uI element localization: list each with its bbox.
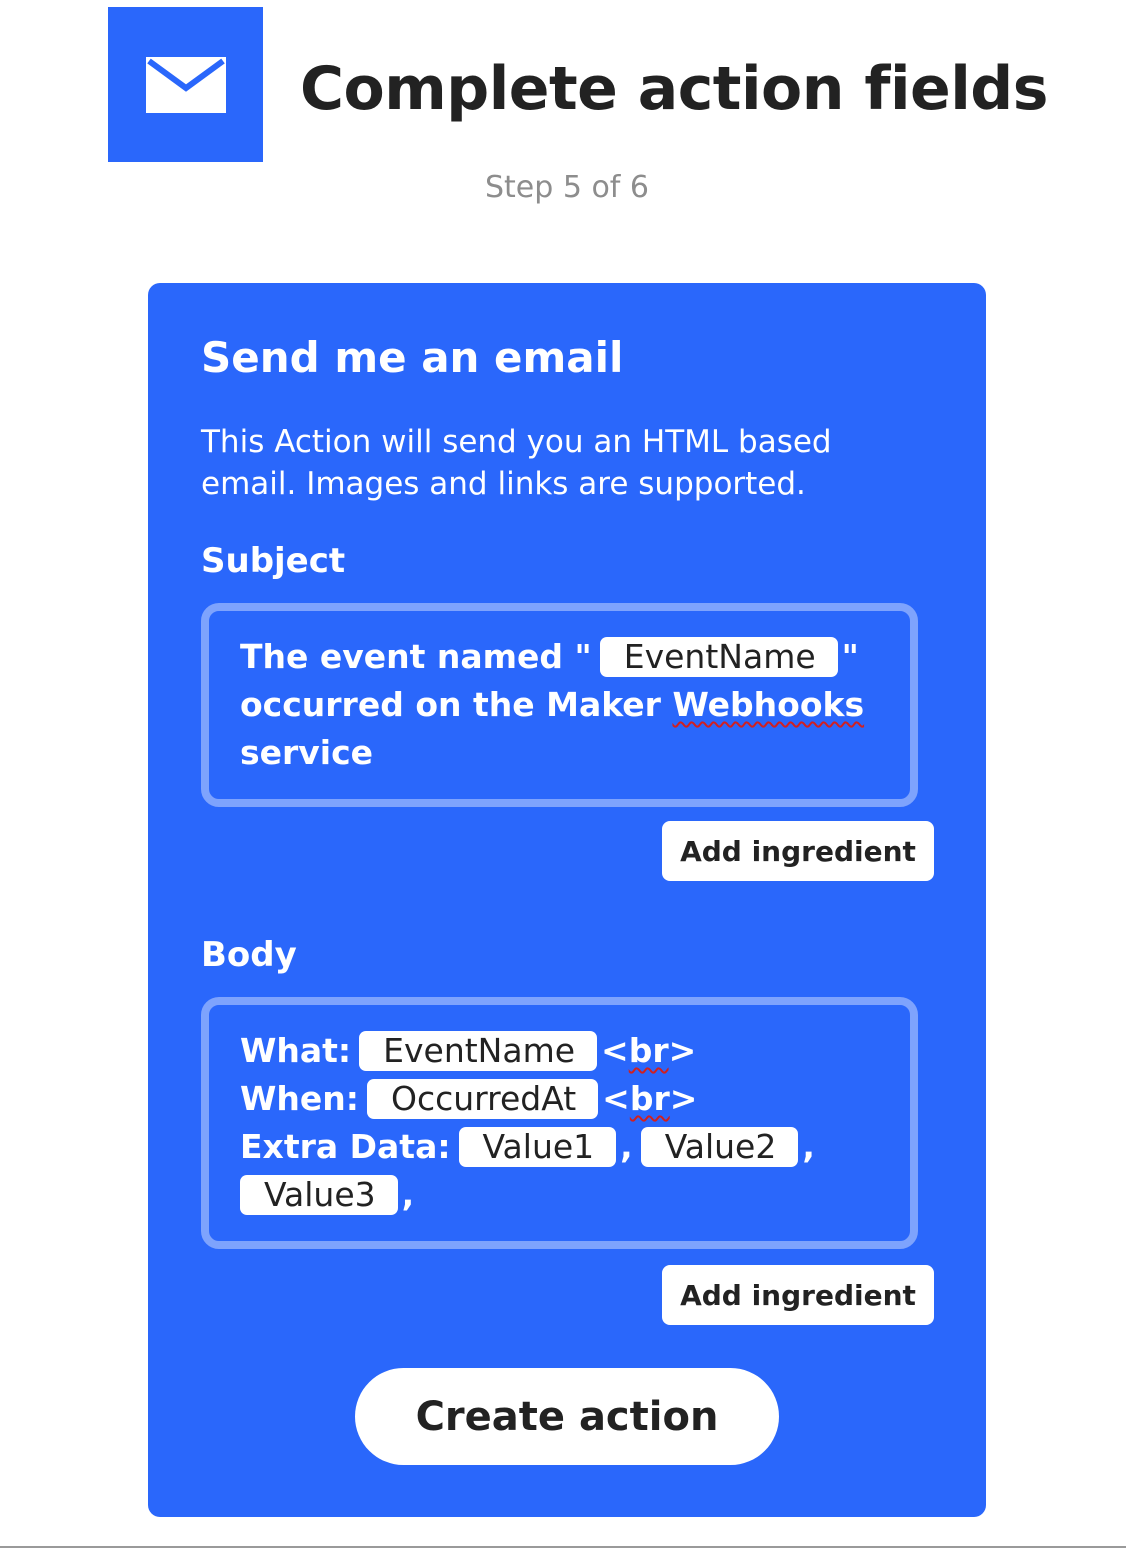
html-tag-text: > bbox=[668, 1031, 697, 1070]
create-action-button[interactable]: Create action bbox=[355, 1368, 779, 1465]
subject-field[interactable]: The event named " EventName " occurred on … bbox=[201, 603, 918, 807]
step-indicator: Step 5 of 6 bbox=[484, 170, 649, 205]
envelope-icon bbox=[145, 56, 226, 113]
comma-separator: , bbox=[401, 1175, 415, 1214]
body-extra-data-label: Extra Data: bbox=[240, 1127, 451, 1166]
ingredient-pill-eventname[interactable]: EventName bbox=[599, 637, 838, 677]
subject-text: occurred on the Maker bbox=[240, 685, 673, 724]
add-ingredient-subject-button[interactable]: Add ingredient bbox=[662, 821, 934, 881]
subject-label: Subject bbox=[201, 541, 346, 581]
body-when-label: When: bbox=[240, 1079, 359, 1118]
action-card: Send me an email This Action will send y… bbox=[148, 283, 986, 1517]
spellcheck-word: Webhooks bbox=[672, 685, 865, 724]
subject-text: service bbox=[240, 733, 374, 772]
comma-separator: , bbox=[802, 1127, 815, 1166]
html-tag-text: < bbox=[601, 1031, 629, 1070]
ingredient-pill-eventname[interactable]: EventName bbox=[359, 1031, 598, 1071]
body-label: Body bbox=[201, 935, 297, 975]
comma-separator: , bbox=[620, 1127, 633, 1166]
email-service-icon bbox=[108, 7, 263, 162]
ingredient-pill-value3[interactable]: Value3 bbox=[240, 1175, 398, 1215]
ingredient-pill-occurredat[interactable]: OccurredAt bbox=[366, 1079, 599, 1119]
html-tag-text: > bbox=[669, 1079, 698, 1118]
subject-text: The event named " bbox=[240, 637, 592, 676]
spellcheck-word: br bbox=[628, 1031, 669, 1070]
html-tag-text: < bbox=[602, 1079, 630, 1118]
body-field[interactable]: What: EventName <br> When: OccurredAt <br> E… bbox=[201, 997, 918, 1249]
body-what-label: What: bbox=[240, 1031, 352, 1070]
ingredient-pill-value1[interactable]: Value1 bbox=[458, 1127, 617, 1167]
add-ingredient-body-button[interactable]: Add ingredient bbox=[662, 1265, 934, 1325]
card-description: This Action will send you an HTML based … bbox=[201, 424, 832, 502]
spellcheck-word: br bbox=[629, 1079, 670, 1118]
ingredient-pill-value2[interactable]: Value2 bbox=[640, 1127, 799, 1167]
subject-text: " bbox=[841, 637, 859, 676]
page-title: Complete action fields bbox=[300, 54, 1048, 124]
card-title: Send me an email bbox=[201, 333, 624, 382]
